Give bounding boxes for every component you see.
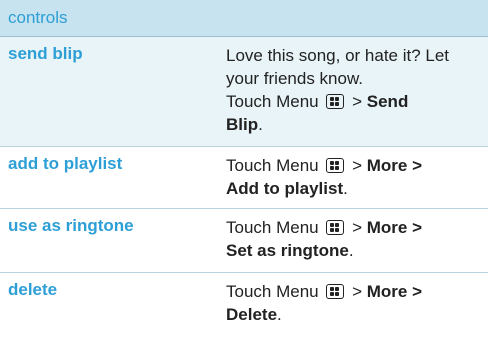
action-label: send blip (8, 44, 83, 63)
menu-key-icon (326, 220, 345, 235)
description-text: Love this song, or hate it? Let your fri… (226, 46, 450, 88)
menu-target: More > (366, 218, 423, 237)
table-header-title: controls (8, 8, 68, 27)
separator: > (352, 218, 363, 237)
period: . (348, 241, 354, 260)
period: . (277, 305, 282, 324)
menu-target: More > (366, 282, 423, 301)
action-label: add to playlist (8, 154, 123, 173)
table-row: delete Touch Menu > More > Delete. (0, 273, 488, 349)
menu-target: More > (366, 156, 423, 175)
period: . (258, 115, 263, 134)
table-row: send blip Love this song, or hate it? Le… (0, 37, 488, 147)
menu-key-icon (326, 94, 345, 109)
action-description: Love this song, or hate it? Let your fri… (212, 37, 488, 146)
separator: > (352, 282, 363, 301)
action-description: Touch Menu > More > Delete. (212, 273, 488, 349)
action-description: Touch Menu > More > Add to playlist. (212, 147, 488, 208)
action-label: delete (8, 280, 58, 299)
action-label: use as ringtone (8, 216, 134, 235)
table-row: add to playlist Touch Menu > More > Add … (0, 147, 488, 209)
menu-target: Send (366, 92, 409, 111)
touch-text: Touch Menu (226, 218, 319, 237)
action-description: Touch Menu > More > Set as ringtone. (212, 209, 488, 272)
menu-target-cont: Delete (226, 305, 278, 324)
menu-key-icon (326, 158, 345, 173)
period: . (343, 179, 348, 198)
menu-key-icon (326, 284, 345, 299)
menu-target-cont: Add to playlist (226, 179, 344, 198)
controls-table: controls send blip Love this song, or ha… (0, 0, 488, 349)
table-header: controls (0, 0, 488, 37)
touch-text: Touch Menu (226, 282, 319, 301)
menu-target-cont: Blip (226, 115, 259, 134)
separator: > (352, 92, 363, 111)
separator: > (352, 156, 363, 175)
touch-text: Touch Menu (226, 156, 319, 175)
touch-text: Touch Menu (226, 92, 319, 111)
menu-target-cont: Set as ringtone (226, 241, 349, 260)
table-row: use as ringtone Touch Menu > More > Set … (0, 209, 488, 273)
